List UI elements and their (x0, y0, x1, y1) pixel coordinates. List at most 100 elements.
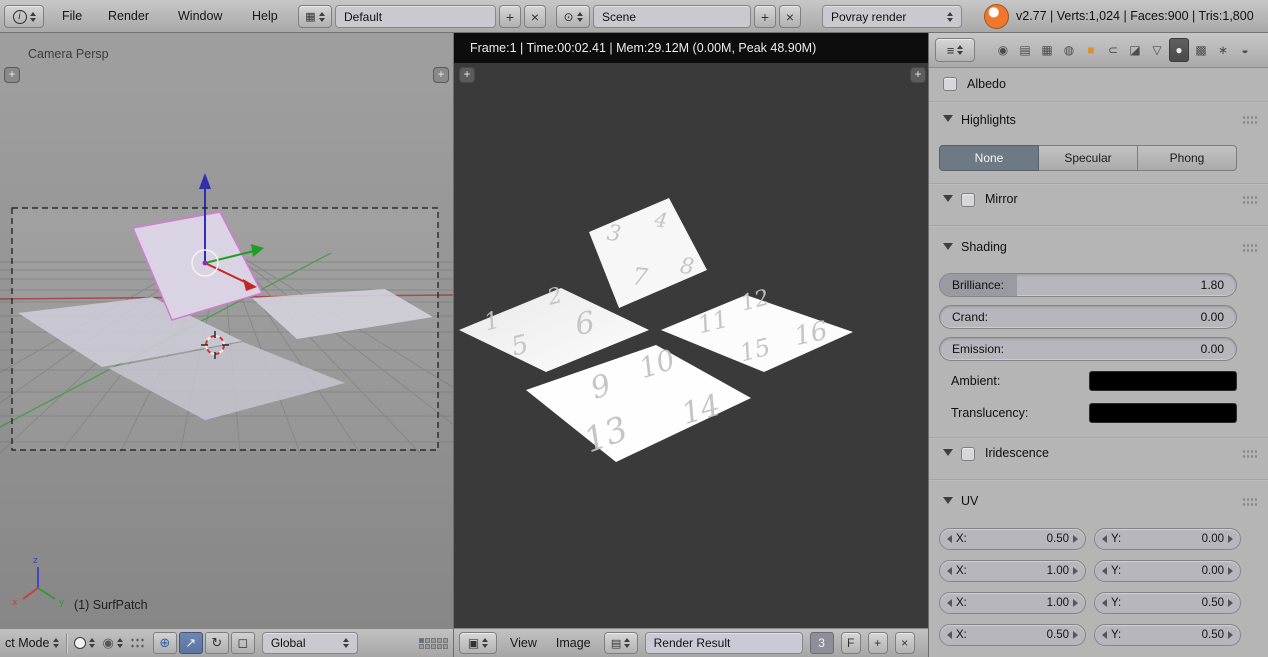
panel-expand-triangle[interactable] (943, 195, 953, 202)
tab-texture[interactable]: ▩ (1191, 38, 1211, 62)
panel-grip[interactable] (1242, 243, 1258, 253)
layout-browse-button[interactable]: ▦ (298, 5, 332, 28)
mirror-checkbox[interactable] (961, 193, 975, 207)
viewport-canvas[interactable]: z y x (0, 33, 453, 628)
layout-add-button[interactable]: + (499, 5, 521, 28)
layout-name-field[interactable]: Default (335, 5, 496, 28)
panel-grip[interactable] (1242, 449, 1258, 459)
manipulator-scale-button[interactable]: ◻ (231, 632, 255, 654)
scene-name-field[interactable]: Scene (593, 5, 751, 28)
menu-render[interactable]: Render (108, 0, 149, 33)
increment-arrow-icon[interactable] (1228, 599, 1233, 607)
highlights-none-button[interactable]: None (939, 145, 1039, 171)
uv-y-field[interactable]: Y: 0.00 (1094, 528, 1241, 550)
viewport-3d[interactable]: z y x Camera Persp (1) SurfPatch + + (0, 33, 453, 628)
menu-window[interactable]: Window (178, 0, 222, 33)
image-datablock-field[interactable]: Render Result (645, 632, 803, 654)
decrement-arrow-icon[interactable] (947, 567, 952, 575)
render-slot-field[interactable]: 3 (810, 632, 834, 654)
unlink-image-button[interactable]: × (895, 632, 915, 654)
render-engine-select[interactable]: Povray render (822, 5, 962, 28)
panel-grip[interactable] (1242, 497, 1258, 507)
viewport-shading-dropdown[interactable] (74, 637, 95, 649)
region-expand-button[interactable]: + (910, 67, 926, 83)
render-result-canvas[interactable]: 3 4 7 8 1 2 5 6 9 10 13 14 11 12 15 16 (454, 33, 928, 628)
layers-widget[interactable] (419, 638, 448, 649)
tab-modifiers[interactable]: ◪ (1125, 38, 1145, 62)
panel-grip[interactable] (1242, 195, 1258, 205)
highlights-phong-button[interactable]: Phong (1138, 145, 1237, 171)
emission-slider[interactable]: Emission: 0.00 (939, 337, 1237, 361)
mirror-panel-header[interactable]: Mirror (985, 192, 1018, 206)
pivot-dropdown[interactable]: ◉ (102, 635, 122, 651)
brilliance-slider[interactable]: Brilliance: 1.80 (939, 273, 1237, 297)
menu-view[interactable]: View (504, 629, 543, 657)
tab-object[interactable]: ■ (1081, 38, 1101, 62)
region-expand-button[interactable]: + (433, 67, 449, 83)
decrement-arrow-icon[interactable] (947, 599, 952, 607)
increment-arrow-icon[interactable] (1073, 631, 1078, 639)
iridescence-panel-header[interactable]: Iridescence (985, 446, 1049, 460)
editor-type-button[interactable]: i (4, 5, 44, 28)
tab-constraints[interactable]: ⊂ (1103, 38, 1123, 62)
decrement-arrow-icon[interactable] (1102, 631, 1107, 639)
tab-render-layers[interactable]: ▤ (1015, 38, 1035, 62)
region-expand-button[interactable]: + (4, 67, 20, 83)
menu-file[interactable]: File (62, 0, 82, 33)
orientation-select[interactable]: Global (262, 632, 358, 654)
uv-x-field[interactable]: X: 1.00 (939, 592, 1086, 614)
mode-dropdown[interactable]: ct Mode (5, 636, 59, 650)
tab-object-data[interactable]: ▽ (1147, 38, 1167, 62)
tab-render[interactable]: ◉ (993, 38, 1013, 62)
uv-panel-header[interactable]: UV (961, 494, 978, 508)
increment-arrow-icon[interactable] (1073, 567, 1078, 575)
tab-physics[interactable]: ◒ (1235, 38, 1255, 62)
scene-add-button[interactable]: + (754, 5, 776, 28)
highlights-panel-header[interactable]: Highlights (961, 113, 1016, 127)
snap-grid-icon[interactable] (130, 637, 146, 649)
image-browse-button[interactable]: ▤ (604, 632, 638, 654)
uv-y-field[interactable]: Y: 0.50 (1094, 624, 1241, 646)
increment-arrow-icon[interactable] (1228, 535, 1233, 543)
image-editor[interactable]: 3 4 7 8 1 2 5 6 9 10 13 14 11 12 15 16 F… (453, 33, 928, 628)
decrement-arrow-icon[interactable] (947, 631, 952, 639)
region-expand-button[interactable]: + (459, 67, 475, 83)
panel-expand-triangle[interactable] (943, 243, 953, 250)
scene-delete-button[interactable]: × (779, 5, 801, 28)
scene-browse-button[interactable]: ⊙ (556, 5, 590, 28)
tab-scene[interactable]: ▦ (1037, 38, 1057, 62)
uv-x-field[interactable]: X: 0.50 (939, 624, 1086, 646)
translucency-color-swatch[interactable] (1089, 403, 1237, 423)
crand-slider[interactable]: Crand: 0.00 (939, 305, 1237, 329)
new-image-button[interactable]: + (868, 632, 888, 654)
panel-expand-triangle[interactable] (943, 497, 953, 504)
panel-expand-triangle[interactable] (943, 115, 953, 122)
highlights-specular-button[interactable]: Specular (1039, 145, 1138, 171)
decrement-arrow-icon[interactable] (1102, 599, 1107, 607)
albedo-checkbox[interactable] (943, 77, 957, 91)
manipulator-axis-button[interactable]: ⊕ (153, 632, 177, 654)
editor-type-button[interactable]: ≡ (935, 38, 975, 62)
panel-expand-triangle[interactable] (943, 449, 953, 456)
uv-y-field[interactable]: Y: 0.00 (1094, 560, 1241, 582)
increment-arrow-icon[interactable] (1073, 535, 1078, 543)
ambient-color-swatch[interactable] (1089, 371, 1237, 391)
uv-x-field[interactable]: X: 1.00 (939, 560, 1086, 582)
editor-type-button[interactable]: ▣ (459, 632, 497, 654)
menu-image[interactable]: Image (550, 629, 597, 657)
increment-arrow-icon[interactable] (1228, 631, 1233, 639)
increment-arrow-icon[interactable] (1073, 599, 1078, 607)
decrement-arrow-icon[interactable] (1102, 535, 1107, 543)
menu-help[interactable]: Help (252, 0, 278, 33)
tab-material[interactable]: ● (1169, 38, 1189, 62)
uv-x-field[interactable]: X: 0.50 (939, 528, 1086, 550)
decrement-arrow-icon[interactable] (1102, 567, 1107, 575)
increment-arrow-icon[interactable] (1228, 567, 1233, 575)
manipulator-translate-button[interactable]: ↗ (179, 632, 203, 654)
panel-grip[interactable] (1242, 115, 1258, 125)
tab-world[interactable]: ◍ (1059, 38, 1079, 62)
layout-delete-button[interactable]: × (524, 5, 546, 28)
tab-particles[interactable]: ∗ (1213, 38, 1233, 62)
manipulator-rotate-button[interactable]: ↻ (205, 632, 229, 654)
fake-user-button[interactable]: F (841, 632, 861, 654)
